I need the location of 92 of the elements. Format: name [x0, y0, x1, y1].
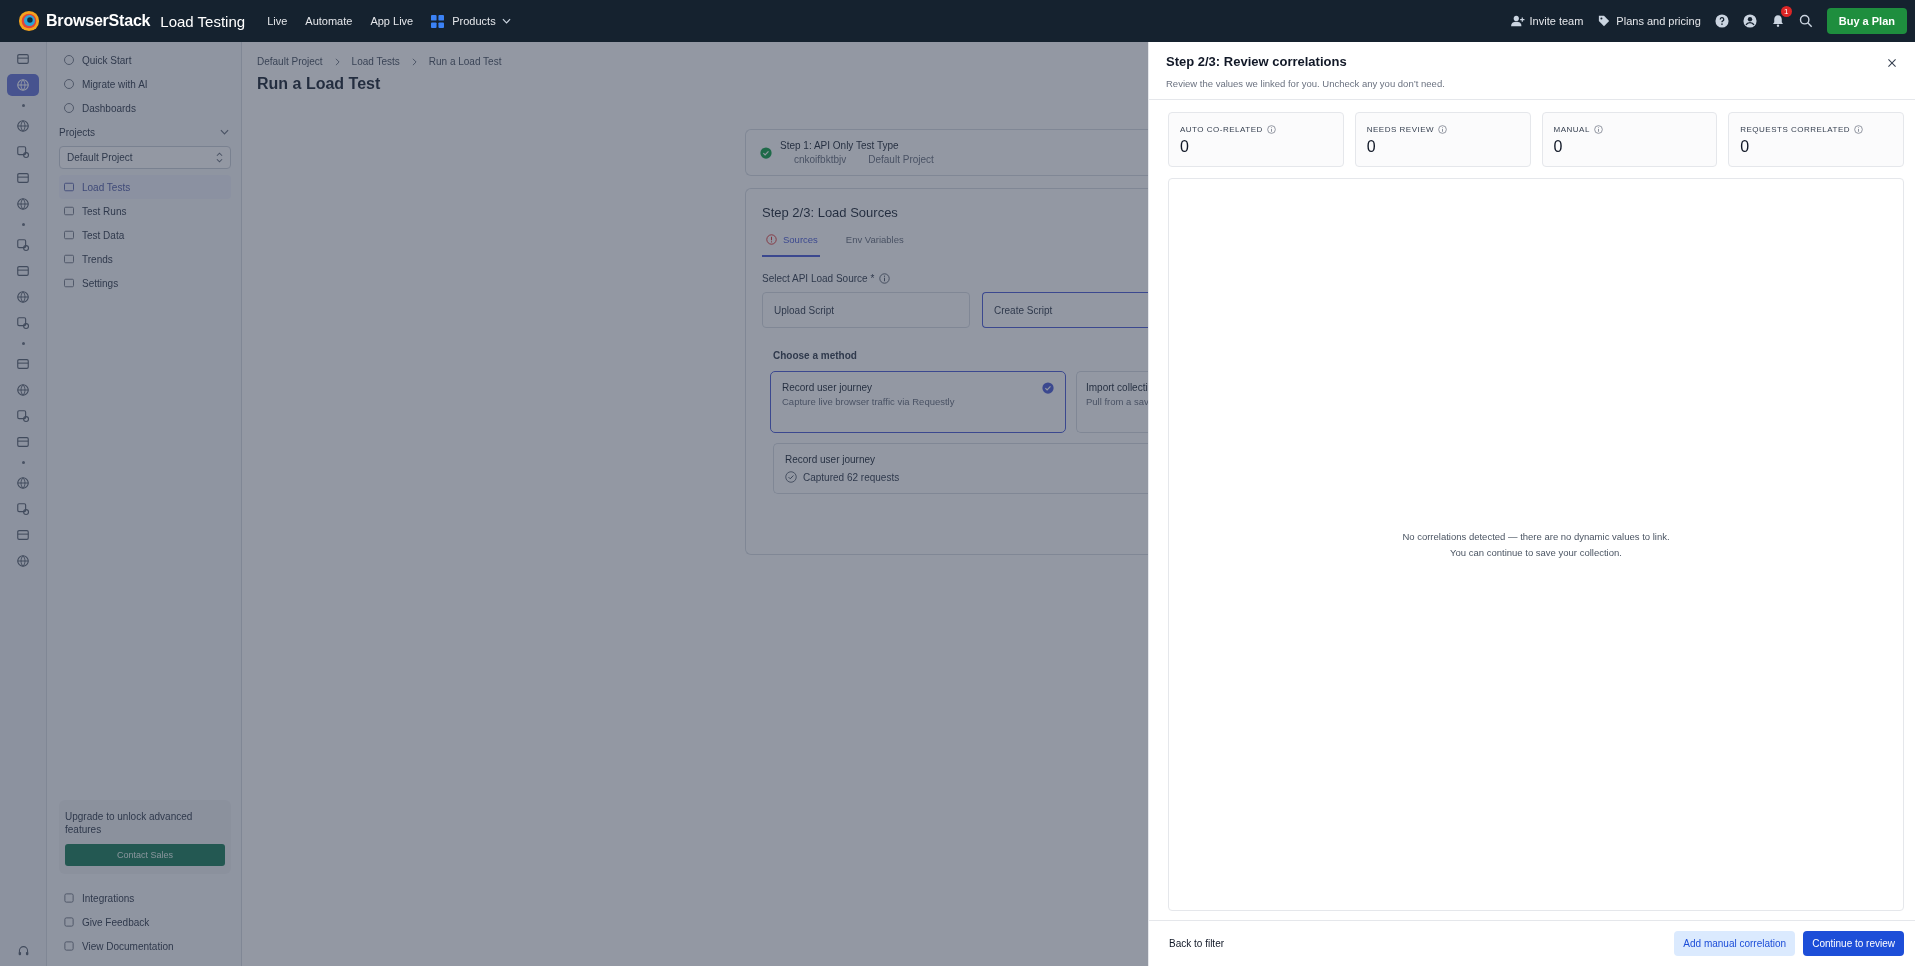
sidebar-item[interactable]: Give Feedback [59, 910, 231, 934]
sidebar-item[interactable]: Test Data [59, 223, 231, 247]
invite-team-link[interactable]: Invite team [1510, 15, 1584, 27]
support-icon[interactable] [16, 945, 30, 958]
collapse-chevron-icon[interactable] [220, 129, 229, 135]
panel-icon [63, 181, 75, 193]
sidebar-item[interactable]: Migrate with AI [59, 72, 231, 96]
breadcrumb-link[interactable]: Load Tests [351, 56, 400, 67]
tag-icon [1597, 15, 1612, 27]
rail-nav-icon[interactable] [7, 74, 39, 96]
chevron-icon [334, 57, 340, 66]
stat-value: 0 [1366, 138, 1377, 156]
sidebar-item[interactable]: Quick Start [59, 48, 231, 72]
alert-icon [766, 234, 777, 245]
sort-arrows-icon [216, 152, 223, 163]
step-meta: cnkoifbktbjv [794, 154, 847, 165]
logo-icon[interactable] [18, 10, 40, 32]
stat-value: 0 [1553, 138, 1564, 156]
sidebar-item[interactable]: View Documentation [59, 934, 231, 958]
recorded-title: Record user journey [785, 454, 877, 465]
stat-value: 0 [1180, 138, 1190, 156]
tab[interactable]: Env Variables [845, 230, 904, 257]
account-icon[interactable] [1742, 14, 1757, 28]
check-circle-icon [785, 471, 797, 483]
breadcrumb-link[interactable]: Default Project [257, 56, 323, 67]
section-label: Choose a method [773, 350, 858, 361]
panel-icon [63, 205, 75, 217]
nav-link[interactable]: Automate [305, 15, 353, 27]
check-circle-icon [760, 146, 772, 159]
breadcrumb-link[interactable]: Run a Load Test [428, 56, 502, 67]
back-link[interactable]: Back to filter [1169, 938, 1225, 949]
square-icon [63, 940, 75, 952]
check-circle-icon [1042, 382, 1054, 394]
close-icon[interactable] [1887, 58, 1897, 68]
recorded-status: Captured 62 requests [803, 471, 900, 483]
info-icon[interactable] [1438, 125, 1448, 134]
plans-link[interactable]: Plans and pricing [1597, 15, 1701, 27]
stat-label: AUTO CO-RELATED [1180, 125, 1263, 134]
panel-icon [63, 253, 75, 265]
panel-icon [63, 229, 75, 241]
continue-button[interactable]: Continue to review [1803, 931, 1904, 956]
circle-icon [63, 78, 75, 90]
info-icon[interactable] [1593, 125, 1603, 134]
page-title: Run a Load Test [257, 75, 382, 93]
step-meta: Default Project [868, 154, 934, 165]
empty-message: No correlations detected — there are no dynamic values to link. You can continue to save your collection. [1401, 530, 1671, 560]
project-select[interactable]: Default Project [59, 146, 231, 169]
sidebar-item[interactable]: Trends [59, 247, 231, 271]
product-name: Load Testing [160, 12, 246, 30]
info-icon[interactable] [1266, 125, 1276, 134]
grid-icon [431, 14, 445, 28]
notification-bell-icon[interactable] [1770, 14, 1785, 28]
info-icon[interactable] [1854, 125, 1864, 134]
square-icon [63, 892, 75, 904]
field-label: Select API Load Source * [762, 273, 875, 284]
caret-icon [501, 18, 511, 24]
search-icon[interactable] [1798, 14, 1813, 28]
tab[interactable]: Sources [762, 230, 820, 257]
upgrade-text: Upgrade to unlock advanced features [65, 810, 194, 836]
panel-subtitle: Review the values we linked for you. Uncheck any you don’t need. [1166, 78, 1445, 89]
help-icon[interactable] [1714, 14, 1729, 28]
stat-label: NEEDS REVIEW [1366, 125, 1435, 134]
stat-value: 0 [1740, 138, 1751, 156]
circle-icon [63, 54, 75, 66]
method-option[interactable]: Record user journey Capture live browser traffic via Requestly [770, 371, 1066, 433]
sidebar-item[interactable]: Dashboards [59, 96, 231, 120]
source-option[interactable]: Upload Script [762, 292, 970, 328]
products-menu[interactable]: Products [431, 14, 511, 28]
projects-label: Projects [59, 126, 96, 138]
buy-plan-button[interactable]: Buy a Plan [1826, 8, 1907, 34]
square-icon [63, 916, 75, 928]
contact-sales-button[interactable]: Contact Sales [65, 844, 225, 866]
sidebar-item[interactable]: Load Tests [59, 175, 231, 199]
stat-label: MANUAL [1553, 125, 1590, 134]
nav-link[interactable]: App Live [370, 15, 414, 27]
stat-label: REQUESTS CORRELATED [1740, 125, 1851, 134]
brand-name[interactable]: BrowserStack [46, 12, 151, 30]
circle-icon [63, 102, 75, 114]
nav-link[interactable]: Live [267, 15, 288, 27]
add-correlation-button[interactable]: Add manual correlation [1674, 931, 1796, 956]
sidebar-item[interactable]: Test Runs [59, 199, 231, 223]
info-icon [879, 273, 891, 284]
sidebar-item[interactable]: Integrations [59, 886, 231, 910]
sidebar-item[interactable]: Settings [59, 271, 231, 295]
panel-title: Step 2/3: Review correlations [1166, 54, 1348, 69]
step-title: Step 2/3: Load Sources [762, 205, 899, 220]
step-title: Step 1: API Only Test Type [780, 140, 900, 151]
source-option[interactable]: Create Script [982, 292, 1148, 328]
panel-icon [63, 277, 75, 289]
add-user-icon [1510, 15, 1525, 27]
chevron-icon [411, 57, 417, 66]
notification-count: 1 [1780, 6, 1792, 17]
